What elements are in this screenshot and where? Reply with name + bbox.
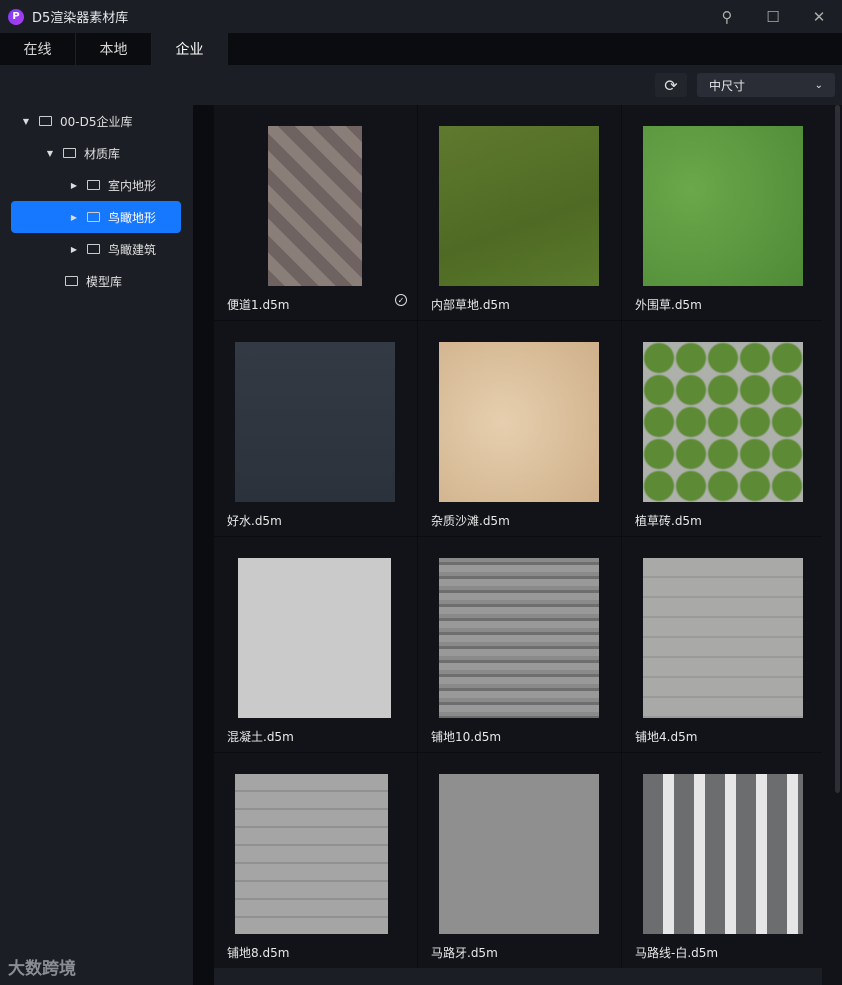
material-card[interactable]: 内部草地.d5m [418, 105, 621, 320]
app-logo-icon: P [8, 8, 24, 25]
material-name: 植草砖.d5m [635, 514, 702, 528]
material-name: 内部草地.d5m [431, 298, 510, 312]
close-icon[interactable]: ✕ [796, 0, 842, 33]
material-card[interactable]: 马路线-白.d5m [622, 753, 825, 968]
material-thumbnail[interactable] [268, 126, 362, 286]
material-thumbnail[interactable] [439, 558, 599, 718]
material-thumbnail[interactable] [643, 342, 803, 502]
folder-icon [63, 148, 76, 158]
tree-node-model-lib[interactable]: 模型库 [11, 265, 181, 297]
material-thumbnail[interactable] [439, 126, 599, 286]
material-thumbnail[interactable] [439, 342, 599, 502]
folder-icon [87, 180, 100, 190]
material-thumbnail[interactable] [439, 774, 599, 934]
tree-node-label: 模型库 [86, 274, 123, 289]
material-name: 铺地8.d5m [227, 946, 290, 960]
material-name: 好水.d5m [227, 514, 282, 528]
watermark-logo: 大数跨境 [8, 959, 76, 979]
folder-icon [65, 276, 78, 286]
material-card[interactable]: 杂质沙滩.d5m [418, 321, 621, 536]
pin-icon[interactable]: ⚲ [704, 0, 750, 33]
chevron-down-icon: ⌄ [814, 79, 823, 91]
tree-node-material-lib[interactable]: ▼ 材质库 [11, 137, 181, 169]
refresh-button[interactable]: ⟳ [655, 73, 687, 97]
check-circle-icon: ✓ [395, 294, 407, 306]
material-name: 马路牙.d5m [431, 946, 498, 960]
material-card[interactable]: 马路牙.d5m [418, 753, 621, 968]
folder-icon [39, 116, 52, 126]
material-name: 混凝土.d5m [227, 730, 294, 744]
material-name: 铺地10.d5m [431, 730, 502, 744]
material-card[interactable]: 混凝土.d5m [214, 537, 417, 752]
material-thumbnail[interactable] [235, 774, 388, 934]
tree-node-label: 材质库 [84, 146, 121, 161]
material-thumbnail[interactable] [643, 558, 803, 718]
refresh-icon: ⟳ [664, 75, 678, 95]
tree-node-aerial-terrain[interactable]: ▶ 鸟瞰地形 [11, 201, 181, 233]
material-card[interactable]: 好水.d5m [214, 321, 417, 536]
material-card[interactable]: 铺地4.d5m [622, 537, 825, 752]
tab-local[interactable]: 本地 [76, 33, 152, 65]
material-name: 铺地4.d5m [635, 730, 698, 744]
tree-node-aerial-building[interactable]: ▶ 鸟瞰建筑 [11, 233, 181, 265]
caret-right-icon[interactable]: ▶ [69, 181, 79, 190]
sidebar: ▼ 00-D5企业库 ▼ 材质库 ▶ 室内地形 ▶ 鸟瞰地形 ▶ 鸟瞰建筑 模型库 大数跨… [0, 65, 193, 985]
caret-down-icon[interactable]: ▼ [45, 149, 55, 158]
tree-node-label: 鸟瞰地形 [108, 210, 157, 225]
material-name: 马路线-白.d5m [635, 946, 719, 960]
scrollbar-thumb[interactable] [835, 105, 840, 793]
tree-node-enterprise-lib[interactable]: ▼ 00-D5企业库 [11, 105, 181, 137]
folder-icon [87, 212, 100, 222]
material-card[interactable]: 铺地10.d5m [418, 537, 621, 752]
material-thumbnail[interactable] [643, 774, 803, 934]
material-card[interactable]: 外围草.d5m [622, 105, 825, 320]
material-card[interactable]: 铺地8.d5m [214, 753, 417, 968]
size-select[interactable]: 中尺寸 ⌄ [697, 73, 835, 97]
maximize-icon[interactable]: ☐ [750, 0, 796, 33]
material-name: 便道1.d5m [227, 298, 290, 312]
tab-online[interactable]: 在线 [0, 33, 76, 65]
material-thumbnail[interactable] [643, 126, 803, 286]
toolbar: ⟳ 中尺寸 ⌄ [193, 65, 842, 105]
material-card[interactable]: 便道1.d5m ✓ [214, 105, 417, 320]
caret-right-icon[interactable]: ▶ [69, 213, 79, 222]
caret-right-icon[interactable]: ▶ [69, 245, 79, 254]
tab-bar: 在线 本地 企业 [0, 33, 842, 65]
caret-down-icon[interactable]: ▼ [21, 117, 31, 126]
material-grid: 便道1.d5m ✓ 内部草地.d5m 外围草.d5m 好水.d5m 杂质沙滩.d5m 植草砖… [214, 105, 825, 968]
material-card[interactable]: 植草砖.d5m [622, 321, 825, 536]
material-name: 杂质沙滩.d5m [431, 514, 510, 528]
divider [193, 105, 214, 985]
material-thumbnail[interactable] [235, 342, 395, 502]
material-thumbnail[interactable] [238, 558, 391, 718]
tab-enterprise[interactable]: 企业 [152, 33, 228, 65]
title-bar: P D5渲染器素材库 ⚲ ☐ ✕ [0, 0, 842, 33]
tree-node-label: 室内地形 [108, 178, 157, 193]
scrollbar[interactable] [822, 105, 842, 985]
folder-icon [87, 244, 100, 254]
window-title: D5渲染器素材库 [32, 11, 129, 26]
size-select-value: 中尺寸 [709, 78, 746, 93]
material-name: 外围草.d5m [635, 298, 702, 312]
tree-node-label: 鸟瞰建筑 [108, 242, 157, 257]
folder-tree: ▼ 00-D5企业库 ▼ 材质库 ▶ 室内地形 ▶ 鸟瞰地形 ▶ 鸟瞰建筑 模型库 [0, 105, 193, 297]
tree-node-indoor-terrain[interactable]: ▶ 室内地形 [11, 169, 181, 201]
tree-node-label: 00-D5企业库 [60, 114, 133, 129]
